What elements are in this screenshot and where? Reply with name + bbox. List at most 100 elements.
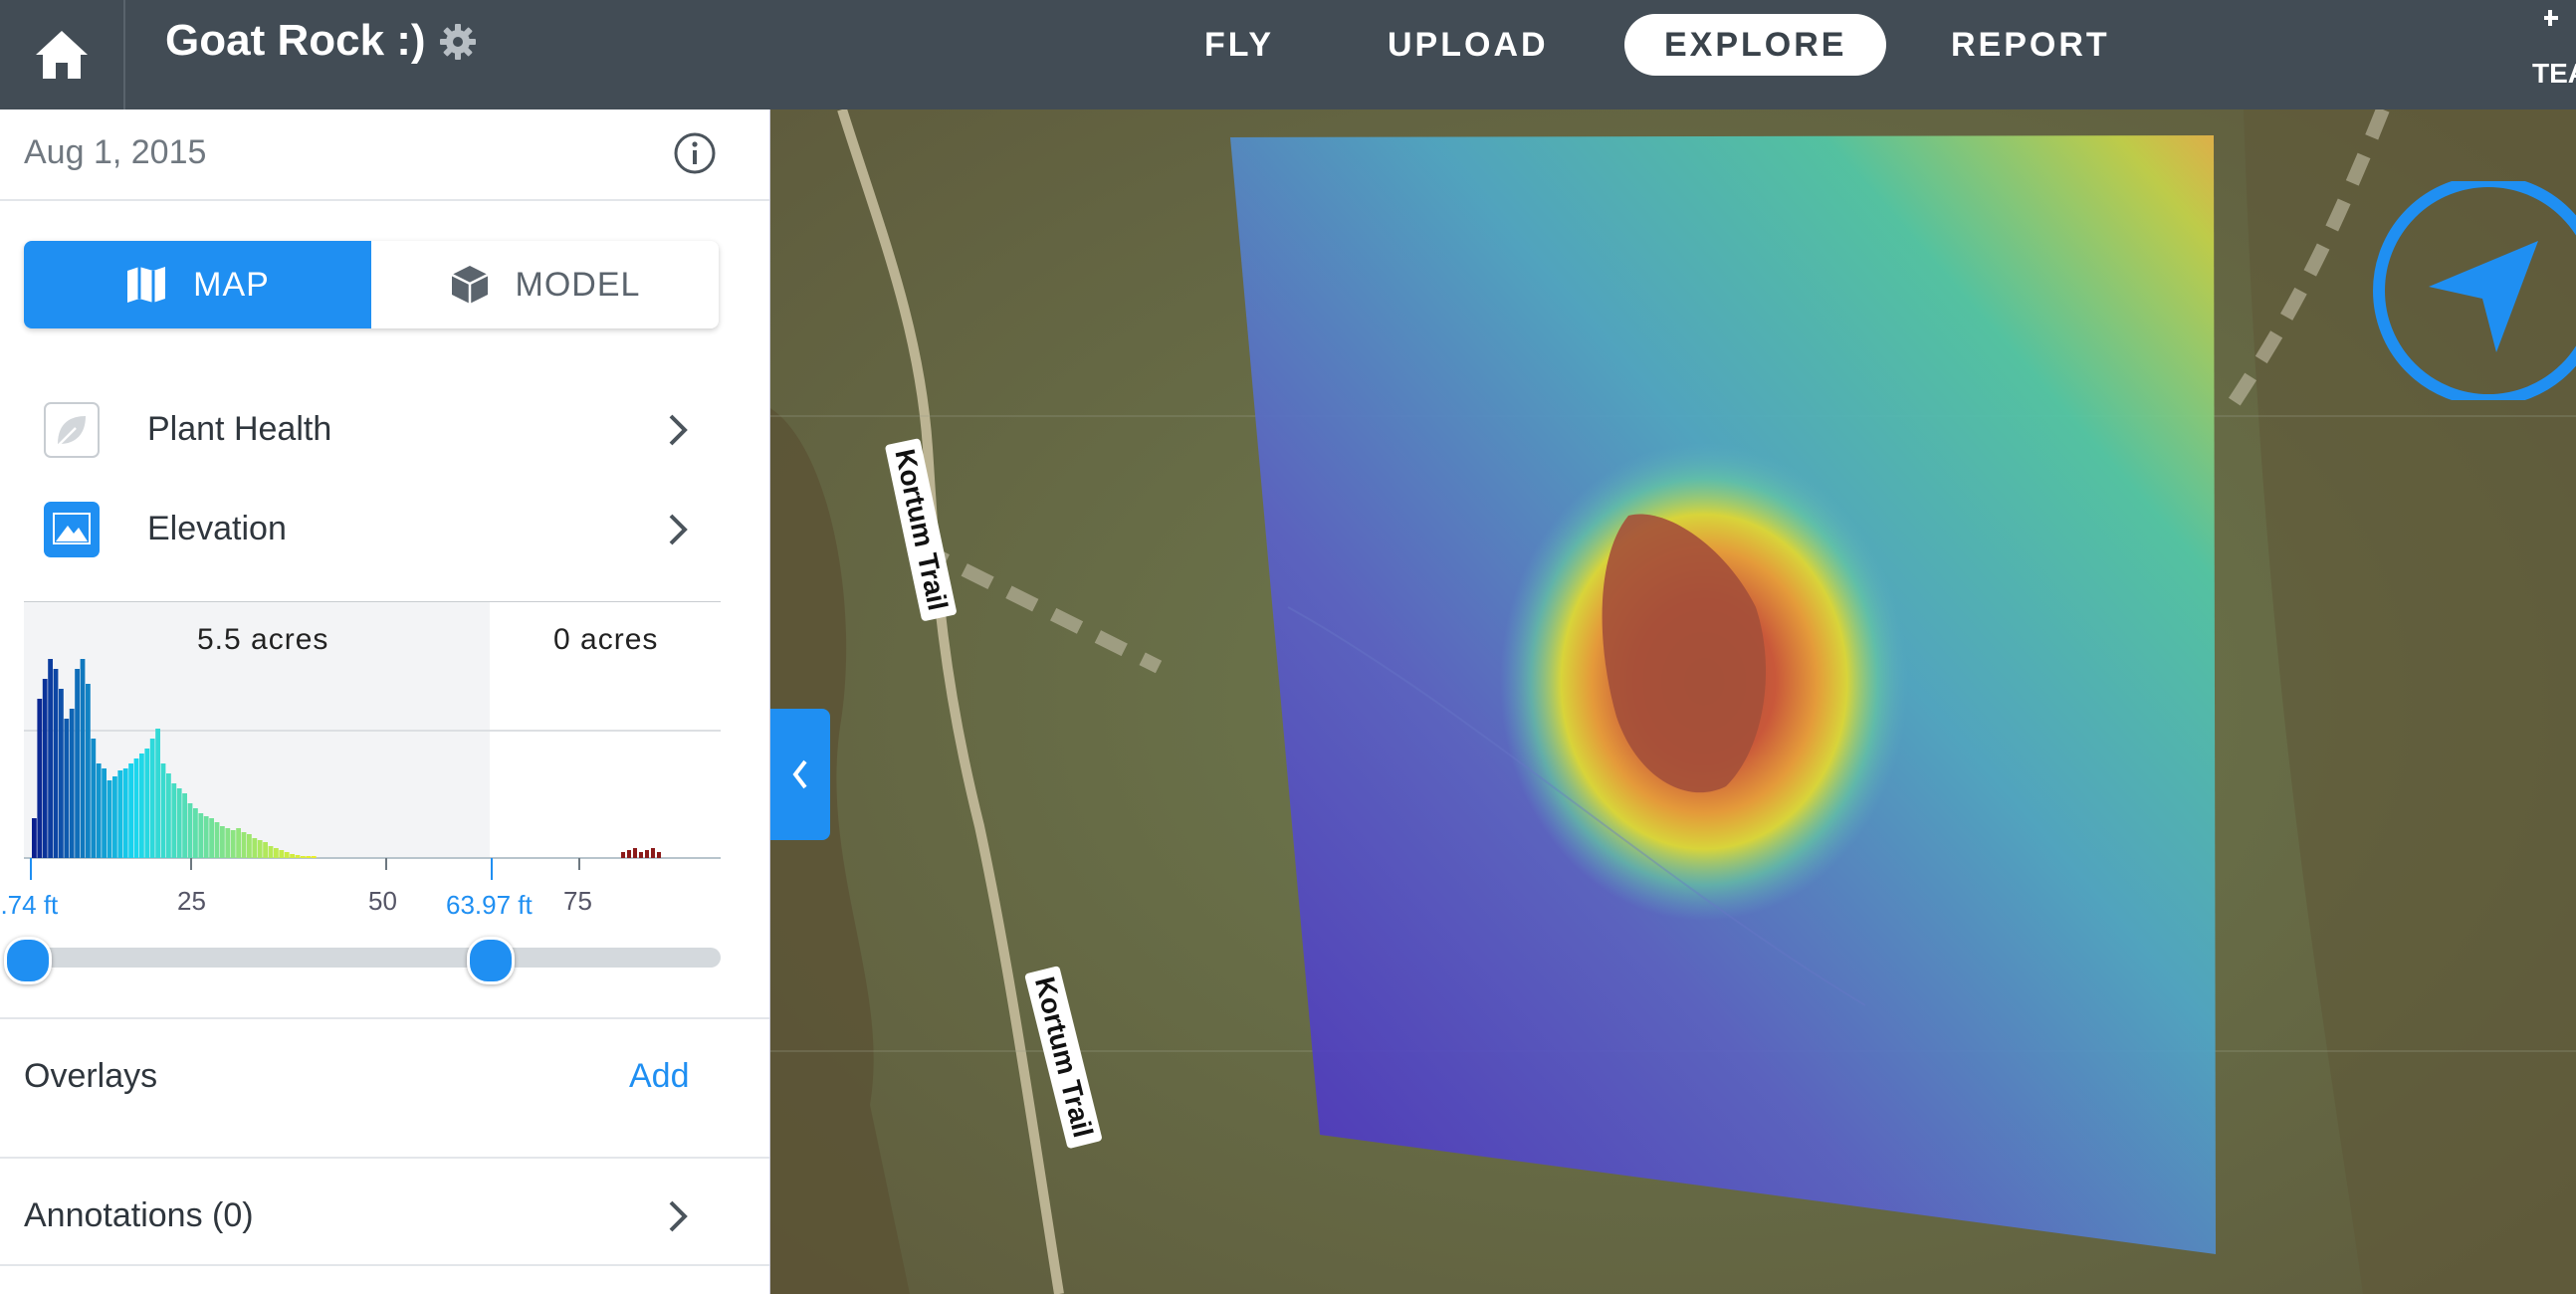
sidebar: Aug 1, 2015 MAP MODEL Plant Health Eleva… <box>0 109 770 1294</box>
histogram-bar <box>166 773 171 858</box>
flight-date: Aug 1, 2015 <box>24 133 207 171</box>
histogram-bar <box>645 850 649 858</box>
histogram-bar <box>193 808 198 858</box>
histogram-bar <box>128 763 133 858</box>
histogram-bar <box>284 852 290 858</box>
range-min-label: 4.74 ft <box>0 890 59 920</box>
divider <box>0 1264 769 1266</box>
model-view-label: MODEL <box>515 265 641 304</box>
histogram-bar <box>187 803 193 858</box>
team-button[interactable]: TEA <box>2532 8 2576 98</box>
collapse-sidebar-button[interactable] <box>770 709 830 840</box>
histogram-bar <box>651 848 655 858</box>
histogram-bar <box>241 832 247 858</box>
elevation-range-slider[interactable] <box>24 948 721 968</box>
histogram-bar <box>257 840 263 858</box>
histogram-bar <box>155 729 160 858</box>
histogram-bar <box>107 780 112 858</box>
histogram-bar <box>171 783 177 858</box>
model-view-button[interactable]: MODEL <box>371 241 719 328</box>
range-min-handle[interactable] <box>4 937 52 984</box>
histogram-bar <box>117 770 123 858</box>
histogram-bar <box>75 669 80 858</box>
annotations-label[interactable]: Annotations (0) <box>24 1196 254 1235</box>
map-view-button[interactable]: MAP <box>24 241 371 328</box>
histogram-bar <box>230 830 236 858</box>
mountain-icon <box>44 502 100 557</box>
navigation-arrow-icon[interactable] <box>2369 181 2576 400</box>
histogram-bar <box>639 852 643 858</box>
top-bar: Goat Rock :) FLY UPLOAD EXPLORE REPORT T… <box>0 0 2576 109</box>
map-canvas[interactable]: Kortum Trail Kortum Trail <box>770 109 2576 1294</box>
map-view-label: MAP <box>193 265 270 304</box>
histogram-bar <box>225 828 231 858</box>
axis-tick: 75 <box>563 886 592 916</box>
histogram-bar <box>37 699 43 858</box>
chevron-left-icon <box>792 759 807 789</box>
chevron-right-icon <box>669 514 688 545</box>
histogram-bar <box>214 822 220 858</box>
histogram-bar <box>627 850 631 858</box>
nav-upload[interactable]: UPLOAD <box>1348 14 1589 76</box>
histogram-bar <box>102 768 107 858</box>
histogram-bar <box>657 852 661 858</box>
home-button[interactable] <box>0 0 123 109</box>
range-max-handle[interactable] <box>467 937 515 984</box>
histogram-bar <box>53 669 59 858</box>
histogram-bar <box>621 852 625 858</box>
histogram-bar <box>290 854 295 858</box>
team-label: TEA <box>2532 58 2576 89</box>
histogram-bar <box>311 856 317 858</box>
histogram-bar <box>252 838 258 858</box>
histogram-bar <box>295 855 301 858</box>
histogram-bar <box>59 689 64 858</box>
histogram-bar <box>133 758 139 858</box>
histogram-bar <box>182 793 187 858</box>
satellite-map <box>770 109 2576 1294</box>
nav-fly[interactable]: FLY <box>1165 14 1314 76</box>
histogram-bar <box>176 788 182 858</box>
add-overlay-link[interactable]: Add <box>629 1057 690 1096</box>
nav-explore[interactable]: EXPLORE <box>1624 14 1887 76</box>
histogram-bar <box>236 828 241 858</box>
layer-plant-health[interactable]: Plant Health <box>0 390 769 470</box>
info-icon[interactable] <box>673 131 717 175</box>
layer-label: Elevation <box>147 510 287 547</box>
histogram-bar <box>263 842 268 858</box>
unselected-area: 0 acres <box>553 623 659 656</box>
histogram-bar <box>209 818 214 858</box>
histogram-bar <box>220 826 225 858</box>
chevron-right-icon[interactable] <box>665 1198 691 1234</box>
divider <box>0 199 769 201</box>
overlays-label: Overlays <box>24 1057 158 1095</box>
histogram-bar <box>268 846 274 858</box>
project-title: Goat Rock :) <box>165 16 426 65</box>
range-max-label: 63.97 ft <box>446 890 533 920</box>
nav-report[interactable]: REPORT <box>1911 14 2150 76</box>
home-icon <box>36 31 88 79</box>
histogram-bar <box>203 816 209 858</box>
histogram-bar <box>144 749 150 858</box>
add-user-icon <box>2544 10 2558 26</box>
axis-tick: 50 <box>368 886 397 916</box>
selected-area: 5.5 acres <box>197 623 329 656</box>
histogram-bar <box>32 818 37 858</box>
histogram-bar <box>42 679 48 858</box>
layer-elevation[interactable]: Elevation <box>0 490 769 569</box>
cube-icon <box>450 266 489 304</box>
elevation-histogram: 5.5 acres 0 acres <box>24 600 721 880</box>
histogram-bar <box>301 856 306 858</box>
leaf-icon <box>44 402 100 458</box>
histogram-bar <box>139 754 144 858</box>
histogram-bar <box>160 763 166 858</box>
header-divider <box>123 0 125 109</box>
histogram-bar <box>86 684 91 858</box>
divider <box>0 1017 769 1019</box>
histogram-bar <box>91 739 97 858</box>
axis-tick: 25 <box>177 886 206 916</box>
histogram-bar <box>198 813 204 858</box>
gear-icon[interactable] <box>438 22 478 62</box>
histogram-bar <box>80 659 86 858</box>
chevron-right-icon <box>669 414 688 446</box>
histogram-bar <box>96 763 102 858</box>
